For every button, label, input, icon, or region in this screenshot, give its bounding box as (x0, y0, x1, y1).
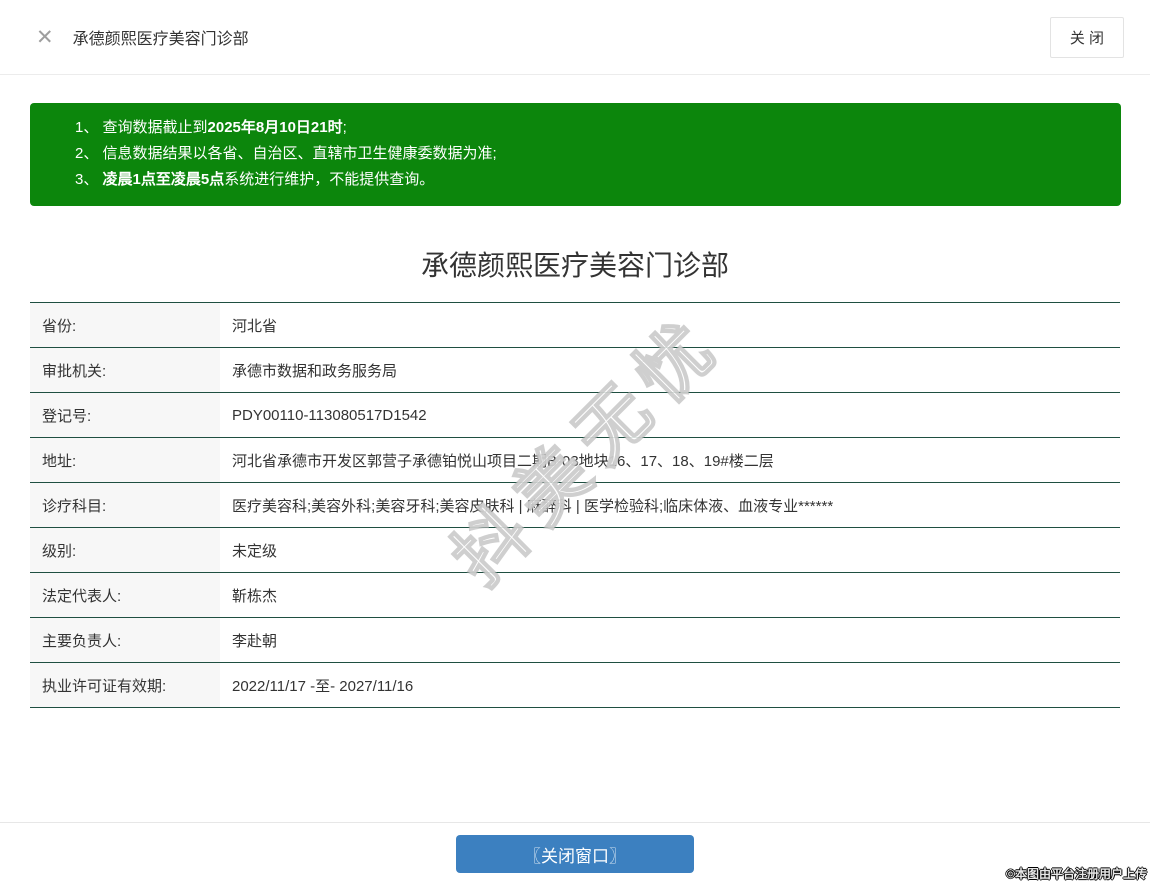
row-label: 登记号: (30, 393, 220, 437)
row-label: 诊疗科目: (30, 483, 220, 527)
page-title: 承德颜熙医疗美容门诊部 (420, 250, 729, 281)
notice-text: 3、 (75, 171, 103, 188)
row-label: 级别: (30, 528, 220, 572)
notice-bold-text: 2025年8月10日21时 (207, 119, 343, 136)
table-row-license-validity: 执业许可证有效期: 2022/11/17 -至- 2027/11/16 (30, 663, 1120, 708)
row-label: 法定代表人: (30, 573, 220, 617)
row-value: 2022/11/17 -至- 2027/11/16 (232, 677, 414, 695)
table-row-legal-representative: 法定代表人: 靳栋杰 (30, 573, 1120, 618)
window-title: 承德颜熙医疗美容门诊部 (72, 31, 249, 48)
table-row-address: 地址: 河北省承德市开发区郭营子承德铂悦山项目二期B-03地块16、17、18、… (30, 438, 1120, 483)
row-value: 河北省 (232, 317, 278, 335)
row-value: 医疗美容科;美容外科;美容牙科;美容皮肤科 | 麻醉科 | 医学检验科;临床体液… (232, 497, 834, 515)
notice-banner: 1、 查询数据截止到2025年8月10日21时; 2、 信息数据结果以各省、自治… (30, 103, 1121, 206)
row-value: PDY00110-113080517D1542 (232, 406, 427, 424)
info-table: 省份: 河北省 审批机关: 承德市数据和政务服务局 登记号: PDY00110-… (30, 302, 1120, 708)
notice-text: 2、 信息数据结果以各省、自治区、直辖市卫生健康委数据为准; (75, 145, 497, 162)
table-row-departments: 诊疗科目: 医疗美容科;美容外科;美容牙科;美容皮肤科 | 麻醉科 | 医学检验… (30, 483, 1120, 528)
row-label: 主要负责人: (30, 618, 220, 662)
row-value: 未定级 (232, 542, 278, 560)
table-row-main-person-in-charge: 主要负责人: 李赴朝 (30, 618, 1120, 663)
table-row-registration-number: 登记号: PDY00110-113080517D1542 (30, 393, 1120, 438)
window-footer: 〖关闭窗口〗 (0, 822, 1150, 873)
row-value: 河北省承德市开发区郭营子承德铂悦山项目二期B-03地块16、17、18、19#楼… (232, 452, 774, 470)
table-row-approval-authority: 审批机关: 承德市数据和政务服务局 (30, 348, 1120, 393)
row-label: 执业许可证有效期: (30, 663, 220, 707)
close-window-button[interactable]: 〖关闭窗口〗 (456, 835, 694, 873)
row-value: 李赴朝 (232, 632, 278, 650)
header-close-button[interactable]: 关 闭 (1049, 16, 1124, 58)
row-label: 审批机关: (30, 348, 220, 392)
notice-bold-text: 凌晨1点至凌晨5点 (102, 171, 225, 188)
notice-line-2: 2、 信息数据结果以各省、自治区、直辖市卫生健康委数据为准; (75, 141, 1101, 167)
table-row-province: 省份: 河北省 (30, 303, 1120, 348)
notice-line-1: 1、 查询数据截止到2025年8月10日21时; (75, 115, 1101, 141)
row-value: 靳栋杰 (232, 587, 278, 605)
notice-line-3: 3、 凌晨1点至凌晨5点系统进行维护，不能提供查询。 (75, 167, 1101, 193)
notice-text: 1、 查询数据截止到 (75, 119, 208, 136)
window-header: ✕ 承德颜熙医疗美容门诊部 关 闭 (0, 0, 1150, 75)
row-label: 地址: (30, 438, 220, 482)
close-icon[interactable]: ✕ (36, 27, 54, 48)
notice-text: ; (342, 119, 347, 136)
table-row-level: 级别: 未定级 (30, 528, 1120, 573)
notice-text: 系统进行维护，不能提供查询。 (224, 171, 435, 188)
row-label: 省份: (30, 303, 220, 347)
attribution-watermark: ©本图由平台注册用户上传 (1006, 867, 1147, 881)
row-value: 承德市数据和政务服务局 (232, 362, 398, 380)
